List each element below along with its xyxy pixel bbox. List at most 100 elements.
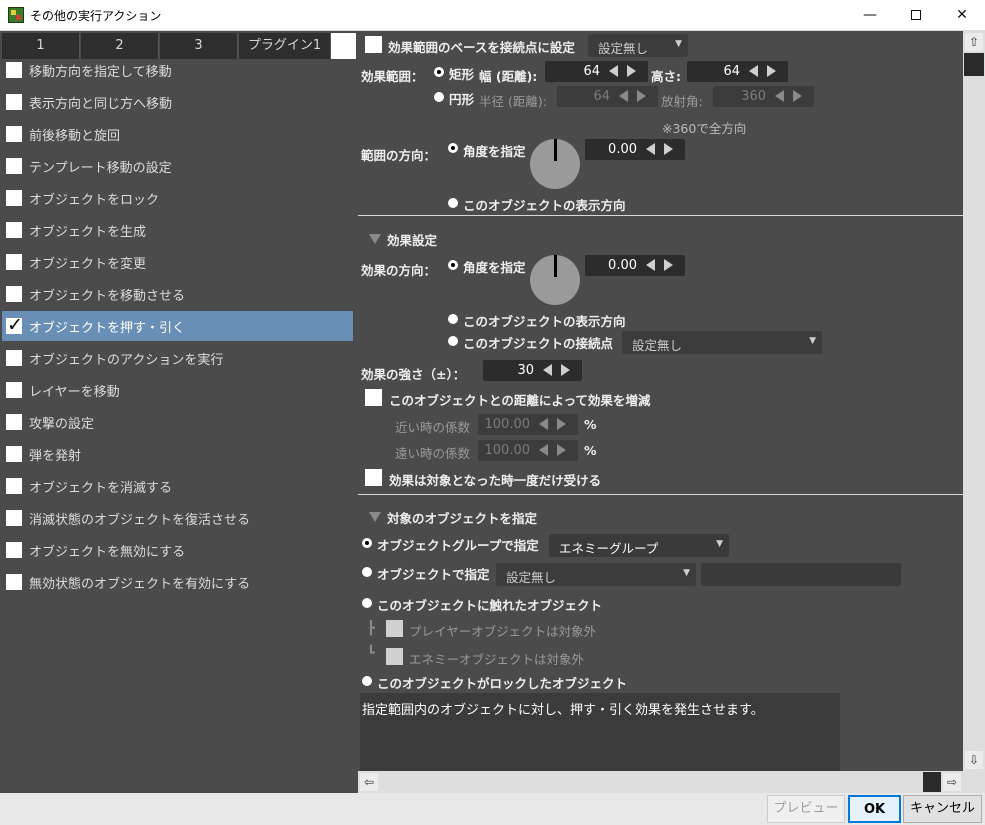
decrement-icon[interactable] <box>543 364 552 376</box>
maximize-button[interactable] <box>893 0 939 31</box>
action-checkbox[interactable] <box>6 222 22 238</box>
once-checkbox[interactable] <box>365 469 382 486</box>
action-item[interactable]: レイヤーを移動 <box>2 375 353 405</box>
action-checkbox[interactable] <box>6 414 22 430</box>
scroll-up-icon[interactable]: ⇧ <box>965 33 983 51</box>
decrement-icon[interactable] <box>646 259 655 271</box>
increment-icon[interactable] <box>664 143 673 155</box>
increment-icon[interactable] <box>627 65 636 77</box>
scroll-right-icon[interactable]: ⇨ <box>943 773 961 791</box>
action-item[interactable]: オブジェクトを移動させる <box>2 279 353 309</box>
action-item[interactable]: 弾を発射 <box>2 439 353 469</box>
horizontal-scroll-thumb[interactable] <box>923 772 941 792</box>
strength-spinner[interactable]: 30 <box>483 360 582 381</box>
vertical-scroll-thumb[interactable] <box>964 53 984 76</box>
action-checkbox[interactable] <box>6 574 22 590</box>
action-item[interactable]: 移動方向を指定して移動 <box>2 55 353 85</box>
action-checkbox[interactable] <box>6 62 22 78</box>
range-angle-spinner[interactable]: 0.00 <box>585 139 685 160</box>
effect-display-radio[interactable] <box>448 314 458 324</box>
decrement-icon[interactable] <box>539 444 548 456</box>
action-checkbox[interactable] <box>6 446 22 462</box>
increment-icon[interactable] <box>557 444 566 456</box>
minimize-button[interactable]: — <box>847 0 893 31</box>
increment-icon[interactable] <box>561 364 570 376</box>
touched-radio[interactable] <box>362 598 372 608</box>
base-connect-dropdown[interactable]: 設定無し ▼ <box>588 34 688 57</box>
object-radio[interactable] <box>362 567 372 577</box>
collapse-icon[interactable] <box>369 234 381 244</box>
angle-spinner[interactable]: 360 <box>713 86 814 107</box>
effect-angle-radio[interactable] <box>448 260 458 270</box>
action-checkbox[interactable] <box>6 254 22 270</box>
action-item[interactable]: 表示方向と同じ方へ移動 <box>2 87 353 117</box>
group-dropdown[interactable]: エネミーグループ ▼ <box>549 534 729 557</box>
collapse-icon[interactable] <box>369 512 381 522</box>
range-direction-dial[interactable] <box>530 139 580 189</box>
base-connect-checkbox[interactable] <box>365 36 382 53</box>
effect-connect-radio[interactable] <box>448 336 458 346</box>
height-spinner[interactable]: 64 <box>687 61 788 82</box>
action-item[interactable]: テンプレート移動の設定 <box>2 151 353 181</box>
radius-spinner[interactable]: 64 <box>557 86 658 107</box>
far-spinner[interactable]: 100.00 <box>478 440 578 461</box>
scroll-down-icon[interactable]: ⇩ <box>965 751 983 769</box>
action-item[interactable]: 消滅状態のオブジェクトを復活させる <box>2 503 353 533</box>
preview-button[interactable]: プレビュー <box>767 795 845 823</box>
increment-icon[interactable] <box>664 259 673 271</box>
action-checkbox[interactable] <box>6 94 22 110</box>
cancel-button[interactable]: キャンセル <box>903 795 982 823</box>
rect-radio[interactable] <box>434 67 444 77</box>
horizontal-scrollbar[interactable]: ⇦ ⇨ <box>358 771 963 793</box>
scroll-left-icon[interactable]: ⇦ <box>360 773 378 791</box>
action-item[interactable]: オブジェクトを消滅する <box>2 471 353 501</box>
increment-icon[interactable] <box>637 90 646 102</box>
increment-icon[interactable] <box>557 418 566 430</box>
vertical-scrollbar[interactable]: ⇧ ⇩ <box>963 31 985 771</box>
action-checkbox[interactable] <box>6 382 22 398</box>
action-checkbox[interactable] <box>6 314 23 336</box>
action-item[interactable]: オブジェクトを押す・引く <box>2 311 353 341</box>
group-radio[interactable] <box>362 538 372 548</box>
action-item[interactable]: オブジェクトのアクションを実行 <box>2 343 353 373</box>
action-item[interactable]: 攻撃の設定 <box>2 407 353 437</box>
decrement-icon[interactable] <box>775 90 784 102</box>
circle-radio[interactable] <box>434 92 444 102</box>
action-checkbox[interactable] <box>6 510 22 526</box>
object-name-field[interactable] <box>701 563 901 586</box>
action-checkbox[interactable] <box>6 190 22 206</box>
range-display-radio[interactable] <box>448 198 458 208</box>
close-button[interactable]: ✕ <box>939 0 985 31</box>
decrement-icon[interactable] <box>749 65 758 77</box>
effect-connect-dropdown[interactable]: 設定無し ▼ <box>622 331 822 354</box>
action-item[interactable]: 前後移動と旋回 <box>2 119 353 149</box>
near-spinner[interactable]: 100.00 <box>478 414 578 435</box>
action-item[interactable]: オブジェクトを生成 <box>2 215 353 245</box>
action-item[interactable]: 無効状態のオブジェクトを有効にする <box>2 567 353 597</box>
decrement-icon[interactable] <box>609 65 618 77</box>
object-dropdown[interactable]: 設定無し ▼ <box>496 563 696 586</box>
action-checkbox[interactable] <box>6 350 22 366</box>
action-item[interactable]: オブジェクトを無効にする <box>2 535 353 565</box>
locked-radio[interactable] <box>362 676 372 686</box>
range-angle-radio[interactable] <box>448 143 458 153</box>
action-checkbox[interactable] <box>6 478 22 494</box>
action-checkbox[interactable] <box>6 286 22 302</box>
action-checkbox[interactable] <box>6 158 22 174</box>
decrement-icon[interactable] <box>619 90 628 102</box>
ok-button[interactable]: OK <box>848 795 901 823</box>
distance-checkbox[interactable] <box>365 389 382 406</box>
action-checkbox[interactable] <box>6 126 22 142</box>
increment-icon[interactable] <box>793 90 802 102</box>
action-item[interactable]: オブジェクトをロック <box>2 183 353 213</box>
player-exclude-checkbox[interactable] <box>386 620 403 637</box>
increment-icon[interactable] <box>767 65 776 77</box>
action-checkbox[interactable] <box>6 542 22 558</box>
effect-angle-spinner[interactable]: 0.00 <box>585 255 685 276</box>
enemy-exclude-checkbox[interactable] <box>386 648 403 665</box>
action-item[interactable]: オブジェクトを変更 <box>2 247 353 277</box>
decrement-icon[interactable] <box>646 143 655 155</box>
decrement-icon[interactable] <box>539 418 548 430</box>
width-spinner[interactable]: 64 <box>545 61 648 82</box>
effect-direction-dial[interactable] <box>530 255 580 305</box>
